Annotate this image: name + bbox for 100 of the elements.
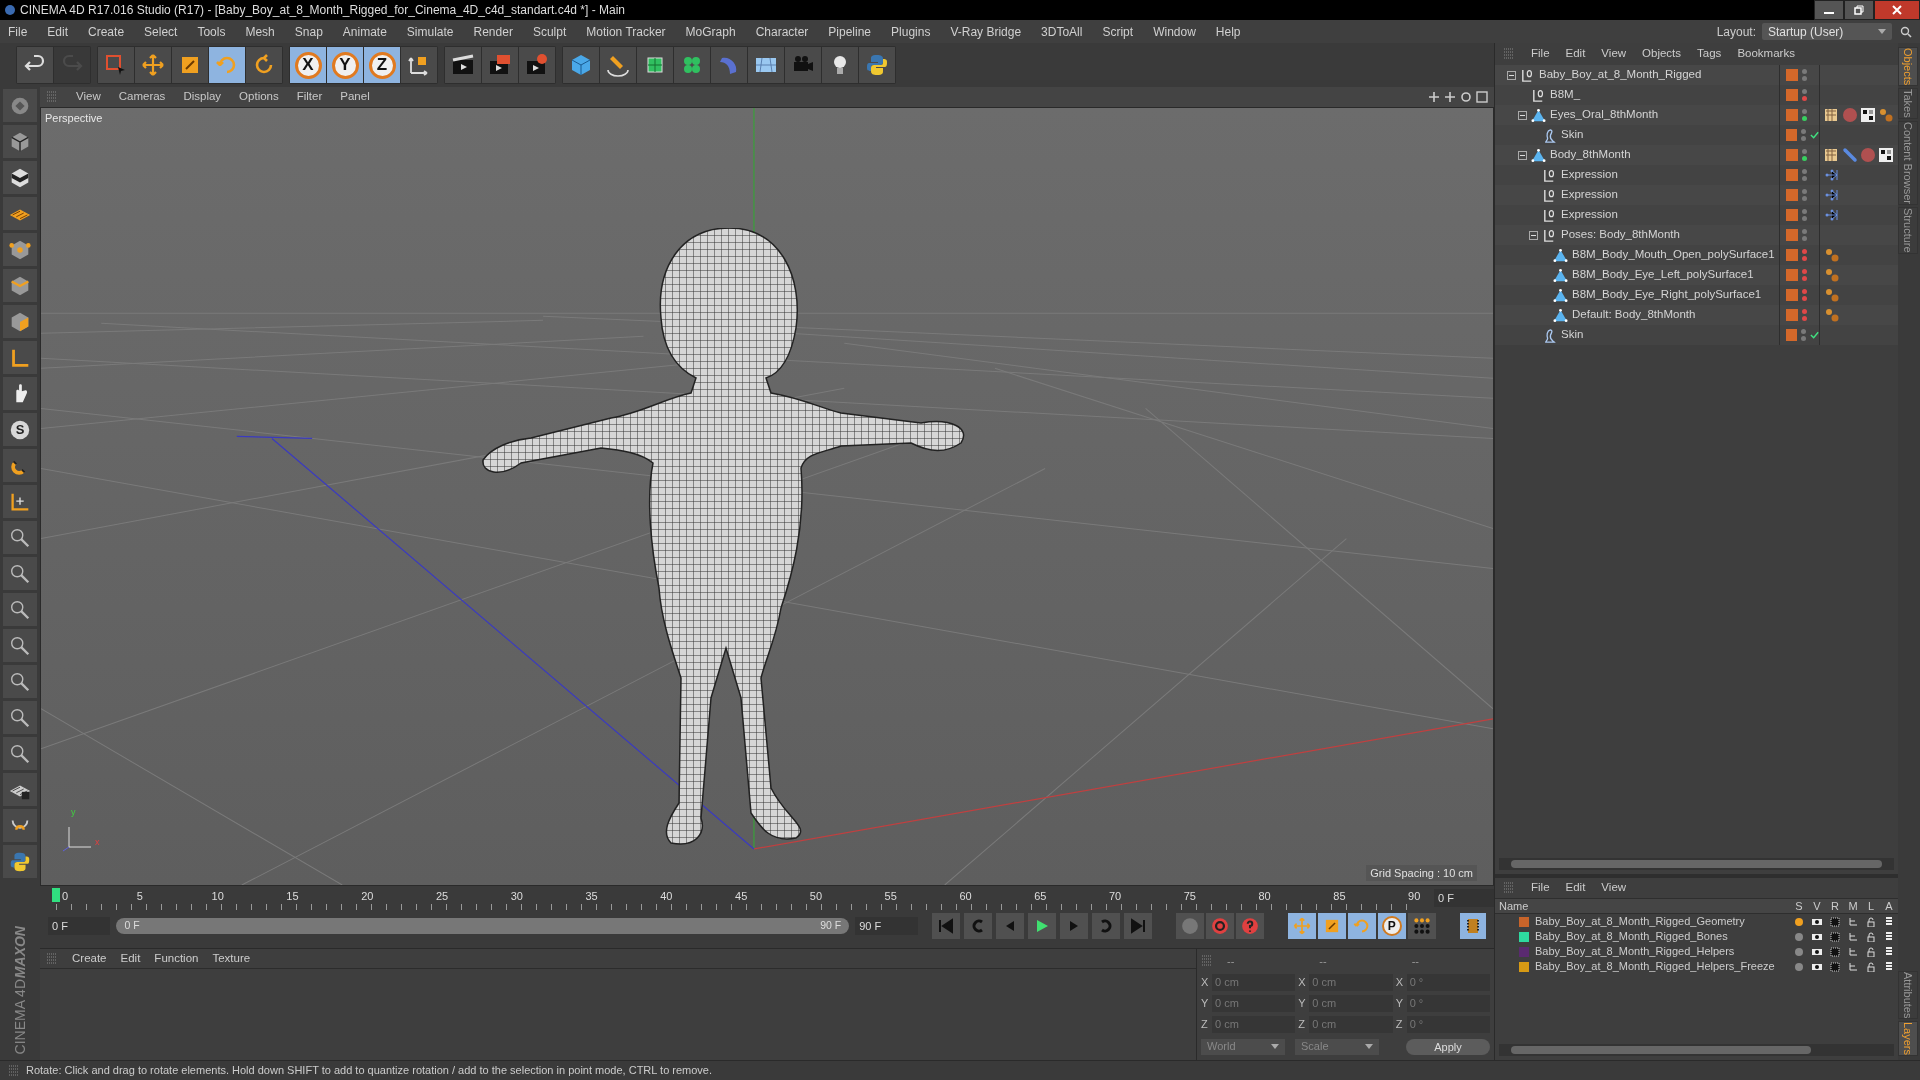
play-button[interactable] bbox=[1027, 913, 1056, 939]
make-editable-tool-button[interactable] bbox=[3, 89, 37, 122]
column-header[interactable]: S bbox=[1790, 897, 1808, 915]
collapse-toggle-icon[interactable] bbox=[1529, 230, 1538, 240]
object-menu-item[interactable]: File bbox=[1531, 45, 1550, 63]
layer-color-swatch[interactable] bbox=[1786, 309, 1798, 321]
menu-item[interactable]: 3DToAll bbox=[1041, 22, 1083, 41]
lock-icon[interactable] bbox=[1866, 961, 1876, 972]
object-name[interactable]: Expression bbox=[1561, 186, 1618, 204]
object-row[interactable]: Skin bbox=[1495, 125, 1898, 145]
check-icon[interactable] bbox=[1809, 131, 1819, 139]
range-start-field[interactable]: 0 F bbox=[48, 917, 111, 935]
clapper-icon[interactable] bbox=[1830, 946, 1840, 957]
morph-tag-icon[interactable] bbox=[1824, 167, 1840, 183]
column-header[interactable]: Name bbox=[1495, 897, 1790, 915]
keyframe-button[interactable] bbox=[1175, 913, 1204, 939]
layer-menu-item[interactable]: File bbox=[1531, 879, 1550, 897]
layer-color-swatch[interactable] bbox=[1786, 229, 1798, 241]
move-button[interactable] bbox=[135, 47, 171, 83]
menu-item[interactable]: Script bbox=[1102, 22, 1134, 41]
bars-icon[interactable] bbox=[1884, 931, 1894, 942]
object-row[interactable]: B8M_Body_Mouth_Open_polySurface1 bbox=[1495, 245, 1898, 265]
hierarchy-icon[interactable] bbox=[1848, 931, 1858, 942]
lock-icon[interactable] bbox=[1866, 946, 1876, 957]
lock-icon[interactable] bbox=[1866, 916, 1876, 927]
object-row[interactable]: B8M_Body_Eye_Right_polySurface1 bbox=[1495, 285, 1898, 305]
column-header[interactable]: M bbox=[1844, 897, 1862, 915]
viewport-background[interactable]: Perspective Grid Spacing : 10 cm y x bbox=[40, 107, 1494, 886]
layer-color-swatch[interactable] bbox=[1786, 249, 1798, 261]
layer-color-swatch[interactable] bbox=[1786, 189, 1798, 201]
object-name[interactable]: B8M_Body_Mouth_Open_polySurface1 bbox=[1572, 246, 1775, 264]
prev-key-button[interactable] bbox=[963, 913, 992, 939]
hierarchy-icon[interactable] bbox=[1848, 916, 1858, 927]
view-rotate-icon[interactable] bbox=[1460, 91, 1472, 103]
menu-item[interactable]: Sculpt bbox=[532, 22, 567, 41]
menu-item[interactable]: Window bbox=[1153, 22, 1196, 41]
light-button[interactable] bbox=[822, 47, 858, 83]
pen-button[interactable] bbox=[600, 47, 636, 83]
layer-menu-item[interactable]: View bbox=[1601, 879, 1627, 897]
scale-button[interactable] bbox=[172, 47, 208, 83]
python-tool-button[interactable] bbox=[3, 845, 37, 878]
panel-grip-icon[interactable] bbox=[1503, 882, 1515, 894]
camera-label[interactable]: Perspective bbox=[45, 110, 103, 127]
layer-color-swatch[interactable] bbox=[1786, 289, 1798, 301]
layer-color-swatch[interactable] bbox=[1519, 946, 1529, 957]
layer-color-swatch[interactable] bbox=[1519, 961, 1529, 972]
view-maximize-icon[interactable] bbox=[1476, 91, 1488, 103]
help-button[interactable] bbox=[1235, 913, 1264, 939]
morph-tag-icon[interactable] bbox=[1824, 187, 1840, 203]
solo-icon[interactable] bbox=[1795, 962, 1803, 971]
autokey-button[interactable] bbox=[1205, 913, 1234, 939]
layer-color-swatch[interactable] bbox=[1786, 129, 1797, 141]
hierarchy-icon[interactable] bbox=[1848, 961, 1858, 972]
coords-button[interactable] bbox=[401, 47, 437, 83]
param-key-button[interactable]: P bbox=[1377, 913, 1406, 939]
menu-item[interactable]: Animate bbox=[342, 22, 387, 41]
object-name[interactable]: Eyes_Oral_8thMonth bbox=[1550, 106, 1659, 124]
menu-item[interactable]: Help bbox=[1215, 22, 1241, 41]
checker-tag-icon[interactable] bbox=[1860, 107, 1876, 123]
move-key-button[interactable] bbox=[1287, 913, 1316, 939]
menu-item[interactable]: Pipeline bbox=[828, 22, 872, 41]
render-view-button[interactable] bbox=[445, 47, 481, 83]
clapper-icon[interactable] bbox=[1830, 916, 1840, 927]
object-menu-item[interactable]: Edit bbox=[1565, 45, 1586, 63]
model-tool-button[interactable] bbox=[3, 125, 37, 158]
object-row[interactable]: Skin bbox=[1495, 325, 1898, 345]
layer-color-swatch[interactable] bbox=[1786, 69, 1798, 81]
bars-icon[interactable] bbox=[1884, 946, 1894, 957]
timeline-button[interactable] bbox=[1459, 913, 1486, 939]
object-name[interactable]: Default: Body_8thMonth bbox=[1572, 306, 1696, 324]
menu-item[interactable]: MoGraph bbox=[685, 22, 736, 41]
object-name[interactable]: Skin bbox=[1561, 326, 1584, 344]
side-tab[interactable]: Takes bbox=[1898, 88, 1918, 120]
restore-button[interactable] bbox=[1844, 0, 1874, 20]
object-row[interactable]: Expression bbox=[1495, 165, 1898, 185]
material-menu-item[interactable]: Function bbox=[154, 949, 199, 968]
viewport-menu-item[interactable]: View bbox=[76, 88, 101, 106]
menu-item[interactable]: Create bbox=[88, 22, 125, 41]
tweak-tool-button[interactable] bbox=[3, 377, 37, 410]
column-header[interactable]: A bbox=[1880, 897, 1898, 915]
object-name[interactable]: Poses: Body_8thMonth bbox=[1561, 226, 1680, 244]
points-key-button[interactable] bbox=[1407, 913, 1436, 939]
layout-dropdown[interactable]: Startup (User) bbox=[1762, 23, 1892, 40]
viewport-menu-item[interactable]: Options bbox=[239, 88, 279, 106]
viewport-menu-item[interactable]: Display bbox=[183, 88, 222, 106]
object-menu-item[interactable]: Bookmarks bbox=[1737, 45, 1795, 63]
view-move-icon[interactable] bbox=[1428, 91, 1440, 103]
object-row[interactable]: B8M_Body_Eye_Left_polySurface1 bbox=[1495, 265, 1898, 285]
menu-item[interactable]: File bbox=[8, 22, 28, 41]
side-tab[interactable]: Structure bbox=[1898, 207, 1918, 254]
timeline-ruler[interactable]: 0 5 10 15 20 25 30 35 40 45 50 55 60 65 70 75 80 85 90 bbox=[48, 886, 1427, 910]
clapper-icon[interactable] bbox=[1830, 931, 1840, 942]
panel-grip-icon[interactable] bbox=[46, 952, 58, 965]
solo-icon[interactable] bbox=[1795, 947, 1803, 956]
menu-item[interactable]: Select bbox=[144, 22, 178, 41]
collapse-toggle-icon[interactable] bbox=[1518, 150, 1527, 160]
layer-color-swatch[interactable] bbox=[1786, 269, 1798, 281]
scale-key-button[interactable] bbox=[1317, 913, 1346, 939]
viewport-menu-item[interactable]: Panel bbox=[340, 88, 370, 106]
side-tab[interactable]: Content Browser bbox=[1898, 121, 1918, 205]
